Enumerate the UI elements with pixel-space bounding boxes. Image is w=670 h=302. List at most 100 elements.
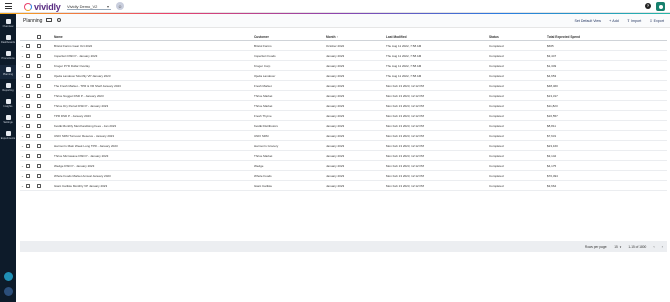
table-row[interactable]: ⌄ Wedge DSD P - January 2023 Wedge January … bbox=[20, 161, 667, 171]
cell-status: Completed bbox=[489, 103, 504, 108]
select-all-checkbox[interactable] bbox=[37, 34, 41, 39]
column-header-name[interactable]: Name bbox=[54, 35, 254, 39]
row-checkbox[interactable] bbox=[37, 53, 41, 58]
edit-icon[interactable] bbox=[26, 83, 30, 88]
edit-icon[interactable] bbox=[26, 143, 30, 148]
rows-per-page-select[interactable]: 15 ▾ bbox=[614, 245, 621, 249]
export-button[interactable]: ⇩Export bbox=[649, 18, 664, 23]
column-header-status[interactable]: Status bbox=[489, 35, 547, 39]
edit-icon[interactable] bbox=[26, 123, 30, 128]
table-row[interactable]: ⌄ TPR DSD P - January 2023 Fresh Thyme Janu… bbox=[20, 111, 667, 121]
cell-name[interactable]: Whole Foods Market Annual January 2023 bbox=[54, 174, 254, 178]
column-header-customer[interactable]: Customer bbox=[254, 35, 326, 39]
table-row[interactable]: ⌄ Ojeda Landover Monthly VP January 2023 O… bbox=[20, 71, 667, 81]
table-row[interactable]: ⌄ Imperfect DSD P - January 2023 Imperfect… bbox=[20, 51, 667, 61]
table-row[interactable]: ⌄ UNFI SDM Turnover Reserve - January 202… bbox=[20, 131, 667, 141]
row-checkbox[interactable] bbox=[37, 183, 41, 188]
row-checkbox[interactable] bbox=[37, 133, 41, 138]
sidebar-item-reporting[interactable]: Reporting bbox=[0, 81, 16, 95]
avatar[interactable] bbox=[656, 2, 665, 11]
logo[interactable]: vividly bbox=[24, 2, 61, 12]
edit-icon[interactable] bbox=[26, 163, 30, 168]
cell-name[interactable]: Kroger PYD Dollar Overlay bbox=[54, 64, 254, 68]
edit-icon[interactable] bbox=[26, 133, 30, 138]
sidebar-item-promotions[interactable]: Promotions bbox=[0, 49, 16, 63]
table-row[interactable]: ⌄ Bristol Farms Gear Oct 2022 Bristol Farm… bbox=[20, 41, 667, 51]
row-checkbox[interactable] bbox=[37, 73, 41, 78]
search-icon[interactable] bbox=[57, 17, 61, 22]
table-row[interactable]: ⌄ Kroger PYD Dollar Overlay Kroger Corp Jan… bbox=[20, 61, 667, 71]
monitor-icon[interactable] bbox=[46, 18, 52, 22]
edit-icon[interactable] bbox=[26, 73, 30, 78]
upload-icon: ⇪ bbox=[626, 18, 631, 23]
column-header-month[interactable]: Month ↑ bbox=[326, 35, 386, 39]
row-checkbox[interactable] bbox=[37, 43, 41, 48]
cell-name[interactable]: KeHE Monthly Merchandising Fees - Jan 20… bbox=[54, 124, 254, 128]
row-checkbox[interactable] bbox=[37, 63, 41, 68]
cell-name[interactable]: Thrive Nugget DSD P - January 2023 bbox=[54, 94, 254, 98]
table-row[interactable]: ⌄ Thrive Dry Period DSD P - January 2023 T… bbox=[20, 101, 667, 111]
edit-icon[interactable] bbox=[26, 63, 30, 68]
next-page-button[interactable]: › bbox=[662, 244, 663, 249]
import-button[interactable]: ⇪Import bbox=[627, 18, 642, 23]
cell-name[interactable]: The Fresh Market - TPR & VR Shelf Januar… bbox=[54, 84, 254, 88]
row-checkbox[interactable] bbox=[37, 143, 41, 148]
cell-month: January 2023 bbox=[326, 133, 345, 138]
cell-name[interactable]: UNFI SDM Turnover Reserve - January 2023 bbox=[54, 134, 254, 138]
edit-icon[interactable] bbox=[26, 93, 30, 98]
sidebar-item-insights[interactable]: Insights bbox=[0, 97, 16, 111]
table-row[interactable]: ⌄ The Fresh Market - TPR & VR Shelf Janua… bbox=[20, 81, 667, 91]
row-checkbox[interactable] bbox=[37, 93, 41, 98]
add-button[interactable]: +Add bbox=[609, 18, 619, 23]
edit-icon[interactable] bbox=[26, 53, 30, 58]
cell-month: January 2023 bbox=[326, 153, 345, 158]
row-checkbox[interactable] bbox=[37, 173, 41, 178]
prev-page-button[interactable]: ‹ bbox=[653, 244, 654, 249]
cell-month: January 2023 bbox=[326, 123, 345, 128]
edit-icon[interactable] bbox=[26, 113, 30, 118]
cell-name[interactable]: Bristol Farms Gear Oct 2022 bbox=[54, 44, 254, 48]
top-bar: vividly Vividly Demo_V2 ▾ ☺ ? bbox=[0, 0, 670, 13]
help-icon[interactable]: ? bbox=[645, 3, 651, 9]
table-row[interactable]: ⌄ KeHE Monthly Merchandising Fees - Jan 2… bbox=[20, 121, 667, 131]
cell-name[interactable]: Harmon's Main Week Long TPR - January 20… bbox=[54, 144, 254, 148]
row-checkbox[interactable] bbox=[37, 83, 41, 88]
notifications-icon[interactable] bbox=[4, 287, 13, 296]
settings-icon bbox=[5, 115, 11, 120]
table-row[interactable]: ⌄ Whole Foods Market Annual January 2023 W… bbox=[20, 171, 667, 181]
set-default-view-button[interactable]: Set Default View bbox=[574, 19, 601, 23]
chat-icon[interactable] bbox=[4, 272, 13, 281]
row-checkbox[interactable] bbox=[37, 163, 41, 168]
row-checkbox[interactable] bbox=[37, 153, 41, 158]
table-row[interactable]: ⌄ Harmon's Main Week Long TPR - January 2… bbox=[20, 141, 667, 151]
cell-name[interactable]: Giant Carlisle Monthly VP January 2023 bbox=[54, 184, 254, 188]
table-row[interactable]: ⌄ Thrive Microwave DSD P - January 2023 Th… bbox=[20, 151, 667, 161]
table-row[interactable]: ⌄ Thrive Nugget DSD P - January 2023 Thriv… bbox=[20, 91, 667, 101]
org-select[interactable]: Vividly Demo_V2 ▾ bbox=[67, 3, 111, 10]
sidebar-item-settings[interactable]: Settings bbox=[0, 113, 16, 127]
sidebar-item-planning[interactable]: Planning bbox=[0, 65, 16, 79]
row-checkbox[interactable] bbox=[37, 123, 41, 128]
menu-icon[interactable] bbox=[5, 3, 12, 9]
edit-icon[interactable] bbox=[26, 153, 30, 158]
sidebar-item-experiments[interactable]: Experiments bbox=[0, 129, 16, 143]
row-checkbox[interactable] bbox=[37, 103, 41, 108]
edit-icon[interactable] bbox=[26, 43, 30, 48]
column-header-last-modified[interactable]: Last Modified bbox=[386, 35, 489, 39]
cell-name[interactable]: Imperfect DSD P - January 2023 bbox=[54, 54, 254, 58]
user-badge-icon[interactable]: ☺ bbox=[116, 2, 124, 10]
edit-icon[interactable] bbox=[26, 183, 30, 188]
cell-name[interactable]: Ojeda Landover Monthly VP January 2023 bbox=[54, 74, 254, 78]
cell-name[interactable]: TPR DSD P - January 2023 bbox=[54, 114, 254, 118]
sidebar-item-overview[interactable]: Overview bbox=[0, 17, 16, 31]
row-checkbox[interactable] bbox=[37, 113, 41, 118]
cell-name[interactable]: Wedge DSD P - January 2023 bbox=[54, 164, 254, 168]
edit-icon[interactable] bbox=[26, 103, 30, 108]
table-row[interactable]: ⌄ Giant Carlisle Monthly VP January 2023 G… bbox=[20, 181, 667, 191]
edit-icon[interactable] bbox=[26, 173, 30, 178]
cell-name[interactable]: Thrive Microwave DSD P - January 2023 bbox=[54, 154, 254, 158]
column-header-total-expected-spend[interactable]: Total Expected Spend bbox=[547, 35, 607, 39]
edit-cell bbox=[26, 73, 37, 78]
cell-name[interactable]: Thrive Dry Period DSD P - January 2023 bbox=[54, 104, 254, 108]
sidebar-item-dashboards[interactable]: Dashboards bbox=[0, 33, 16, 47]
